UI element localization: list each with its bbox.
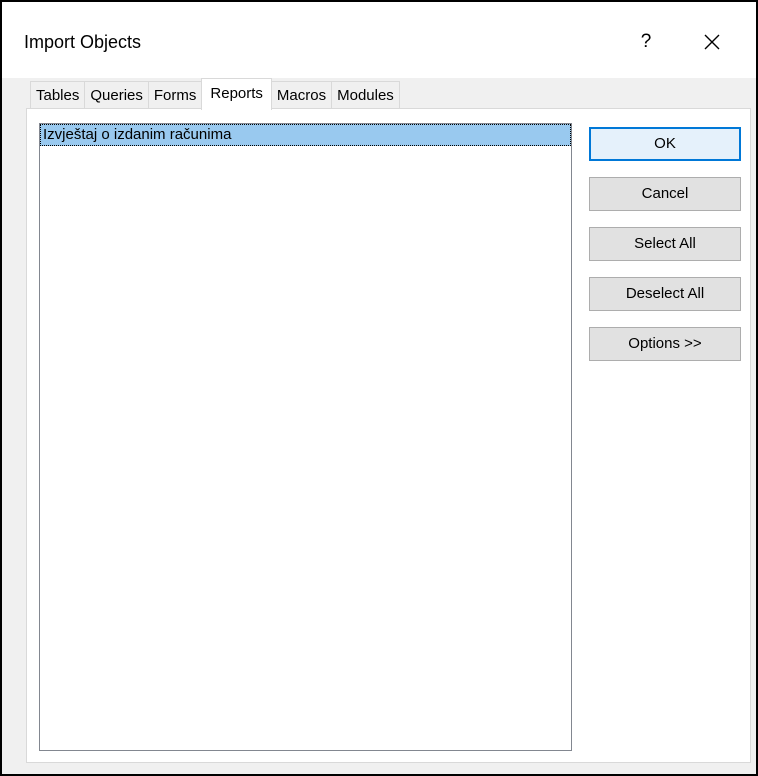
ok-button[interactable]: OK	[589, 127, 741, 161]
title-bar: Import Objects ?	[2, 2, 756, 78]
close-button[interactable]	[692, 24, 732, 60]
deselect-all-button[interactable]: Deselect All	[589, 277, 741, 311]
options-button[interactable]: Options >>	[589, 327, 741, 361]
list-item[interactable]: Izvještaj o izdanim računima	[40, 124, 571, 146]
tab-modules[interactable]: Modules	[331, 81, 400, 109]
import-objects-dialog: Import Objects ? Tables Queries Forms Re…	[0, 0, 758, 776]
tab-reports[interactable]: Reports	[201, 78, 272, 110]
tab-macros[interactable]: Macros	[270, 81, 333, 109]
tab-tables[interactable]: Tables	[30, 81, 86, 109]
tab-queries[interactable]: Queries	[84, 81, 149, 109]
select-all-button[interactable]: Select All	[589, 227, 741, 261]
tab-forms[interactable]: Forms	[147, 81, 203, 109]
close-icon	[704, 34, 720, 50]
object-type-tabs: Tables Queries Forms Reports Macros Modu…	[30, 78, 400, 110]
dialog-title: Import Objects	[24, 32, 142, 52]
objects-listbox[interactable]: Izvještaj o izdanim računima	[39, 123, 572, 751]
tab-panel: Izvještaj o izdanim računima OK Cancel S…	[26, 108, 751, 763]
cancel-button[interactable]: Cancel	[589, 177, 741, 211]
help-button[interactable]: ?	[628, 24, 664, 60]
